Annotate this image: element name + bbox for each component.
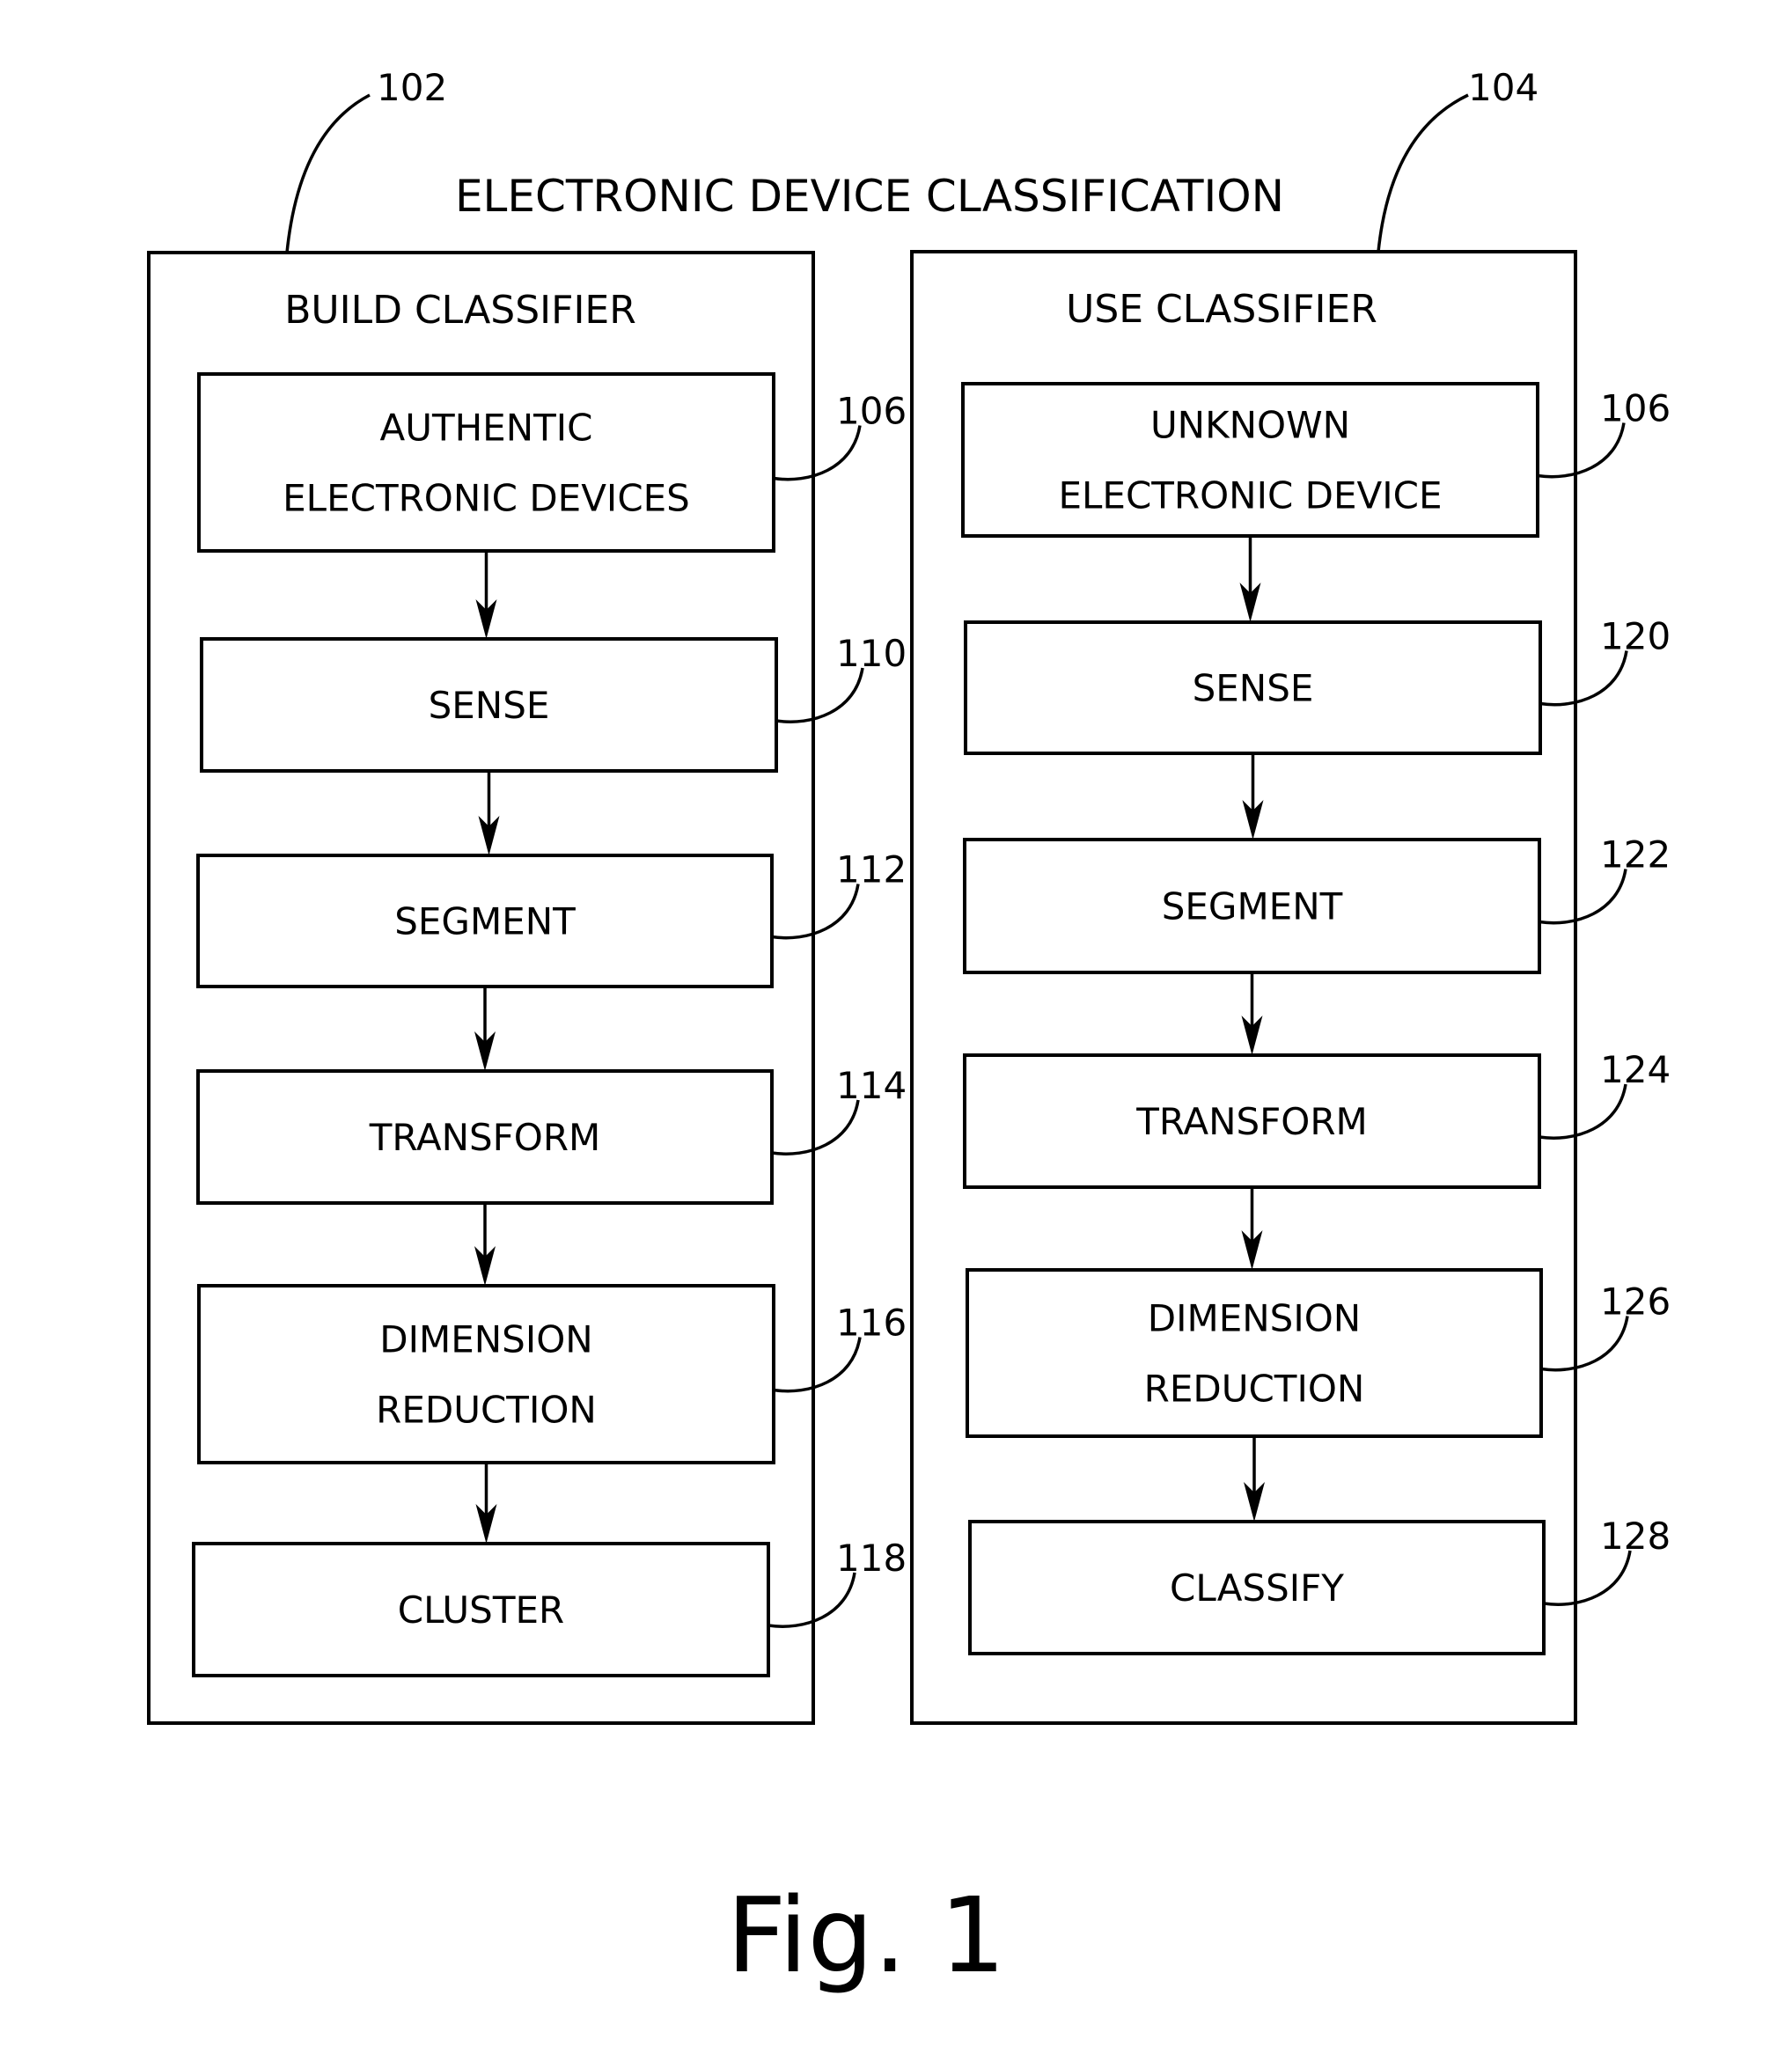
ref-leader [1537, 422, 1626, 479]
flow-arrow [1241, 1187, 1263, 1270]
step-label: SEGMENT [394, 900, 576, 943]
ref-leader [1539, 869, 1627, 925]
step-box-border [197, 372, 775, 553]
flow-arrow [1239, 536, 1261, 622]
ref-leader [773, 425, 862, 481]
step-ref-number: 126 [1600, 1280, 1671, 1324]
panel-ref-number: 102 [377, 66, 447, 109]
panel-title: BUILD CLASSIFIER [284, 288, 636, 333]
flow-arrow [1244, 1436, 1265, 1522]
flowchart-diagram: ELECTRONIC DEVICE CLASSIFICATION 102 BUIL… [147, 66, 1671, 1996]
step-label: SEGMENT [1162, 885, 1343, 928]
panel-ref-number: 104 [1468, 66, 1539, 109]
step-ref-number: 114 [836, 1064, 907, 1107]
flow-arrow [1242, 753, 1264, 840]
ref-leader [1539, 1083, 1627, 1140]
flow-arrow [475, 551, 497, 639]
step-box: DIMENSION REDUCTION 126 [966, 1268, 1671, 1438]
step-box: TRANSFORM 124 [963, 1048, 1671, 1189]
flow-arrow [474, 987, 496, 1071]
step-label: UNKNOWN [1150, 404, 1350, 447]
step-box-border [966, 1268, 1543, 1438]
panel-build: 102 BUILD CLASSIFIER AUTHENTIC ELECTRONIC D… [147, 66, 907, 1725]
step-ref-number: 106 [836, 390, 907, 433]
step-ref-number: 124 [1600, 1048, 1671, 1091]
step-ref-number: 110 [836, 632, 907, 675]
step-label: TRANSFORM [369, 1116, 601, 1159]
step-box: SENSE 110 [200, 632, 907, 773]
step-label: SENSE [1193, 667, 1314, 710]
step-box: CLASSIFY 128 [968, 1515, 1671, 1655]
step-box: UNKNOWN ELECTRONIC DEVICE 106 [961, 382, 1671, 538]
step-ref-number: 122 [1600, 833, 1671, 877]
flow-arrow [478, 771, 500, 855]
step-ref-number: 120 [1600, 615, 1671, 658]
step-box: AUTHENTIC ELECTRONIC DEVICES 106 [197, 372, 907, 553]
step-label: DIMENSION [1148, 1297, 1361, 1340]
step-label: SENSE [429, 684, 550, 727]
step-label: AUTHENTIC [379, 407, 592, 450]
step-label: REDUCTION [1144, 1368, 1365, 1411]
step-ref-number: 116 [836, 1302, 907, 1345]
ref-leader [773, 1337, 862, 1393]
panel-title: USE CLASSIFIER [1066, 287, 1377, 332]
step-label: TRANSFORM [1135, 1100, 1368, 1143]
step-box: SEGMENT 112 [196, 848, 907, 988]
ref-leader [1540, 1316, 1629, 1372]
step-ref-number: 106 [1600, 387, 1671, 430]
step-ref-number: 128 [1600, 1515, 1671, 1558]
step-label: DIMENSION [379, 1318, 592, 1361]
step-box: SENSE 120 [964, 615, 1671, 755]
flow-arrow [475, 1463, 497, 1544]
step-label: ELECTRONIC DEVICE [1058, 474, 1442, 517]
step-box: SEGMENT 122 [963, 833, 1671, 974]
step-label: REDUCTION [376, 1389, 597, 1432]
diagram-title: ELECTRONIC DEVICE CLASSIFICATION [455, 171, 1284, 222]
step-label: CLASSIFY [1170, 1566, 1344, 1610]
panel-use: 104 USE CLASSIFIER UNKNOWN ELECTRONIC DEVIC… [910, 66, 1671, 1725]
step-box: TRANSFORM 114 [196, 1064, 907, 1205]
ref-leader [775, 667, 864, 723]
panels: 102 BUILD CLASSIFIER AUTHENTIC ELECTRONIC D… [147, 66, 1671, 1725]
figure-label: Fig. 1 [726, 1874, 1005, 1996]
step-box-border [197, 1284, 775, 1464]
step-label: CLUSTER [398, 1588, 564, 1632]
ref-leader [1543, 1550, 1632, 1606]
step-box: DIMENSION REDUCTION 116 [197, 1284, 907, 1464]
flow-arrow [1241, 972, 1263, 1055]
ref-leader [1539, 650, 1628, 707]
step-ref-number: 118 [836, 1537, 907, 1580]
panel-ref-leader [285, 93, 371, 253]
panel-ref-leader [1377, 93, 1469, 253]
step-ref-number: 112 [836, 848, 907, 891]
flow-arrow [474, 1203, 496, 1286]
step-label: ELECTRONIC DEVICES [283, 477, 690, 520]
step-box: CLUSTER 118 [192, 1537, 907, 1677]
